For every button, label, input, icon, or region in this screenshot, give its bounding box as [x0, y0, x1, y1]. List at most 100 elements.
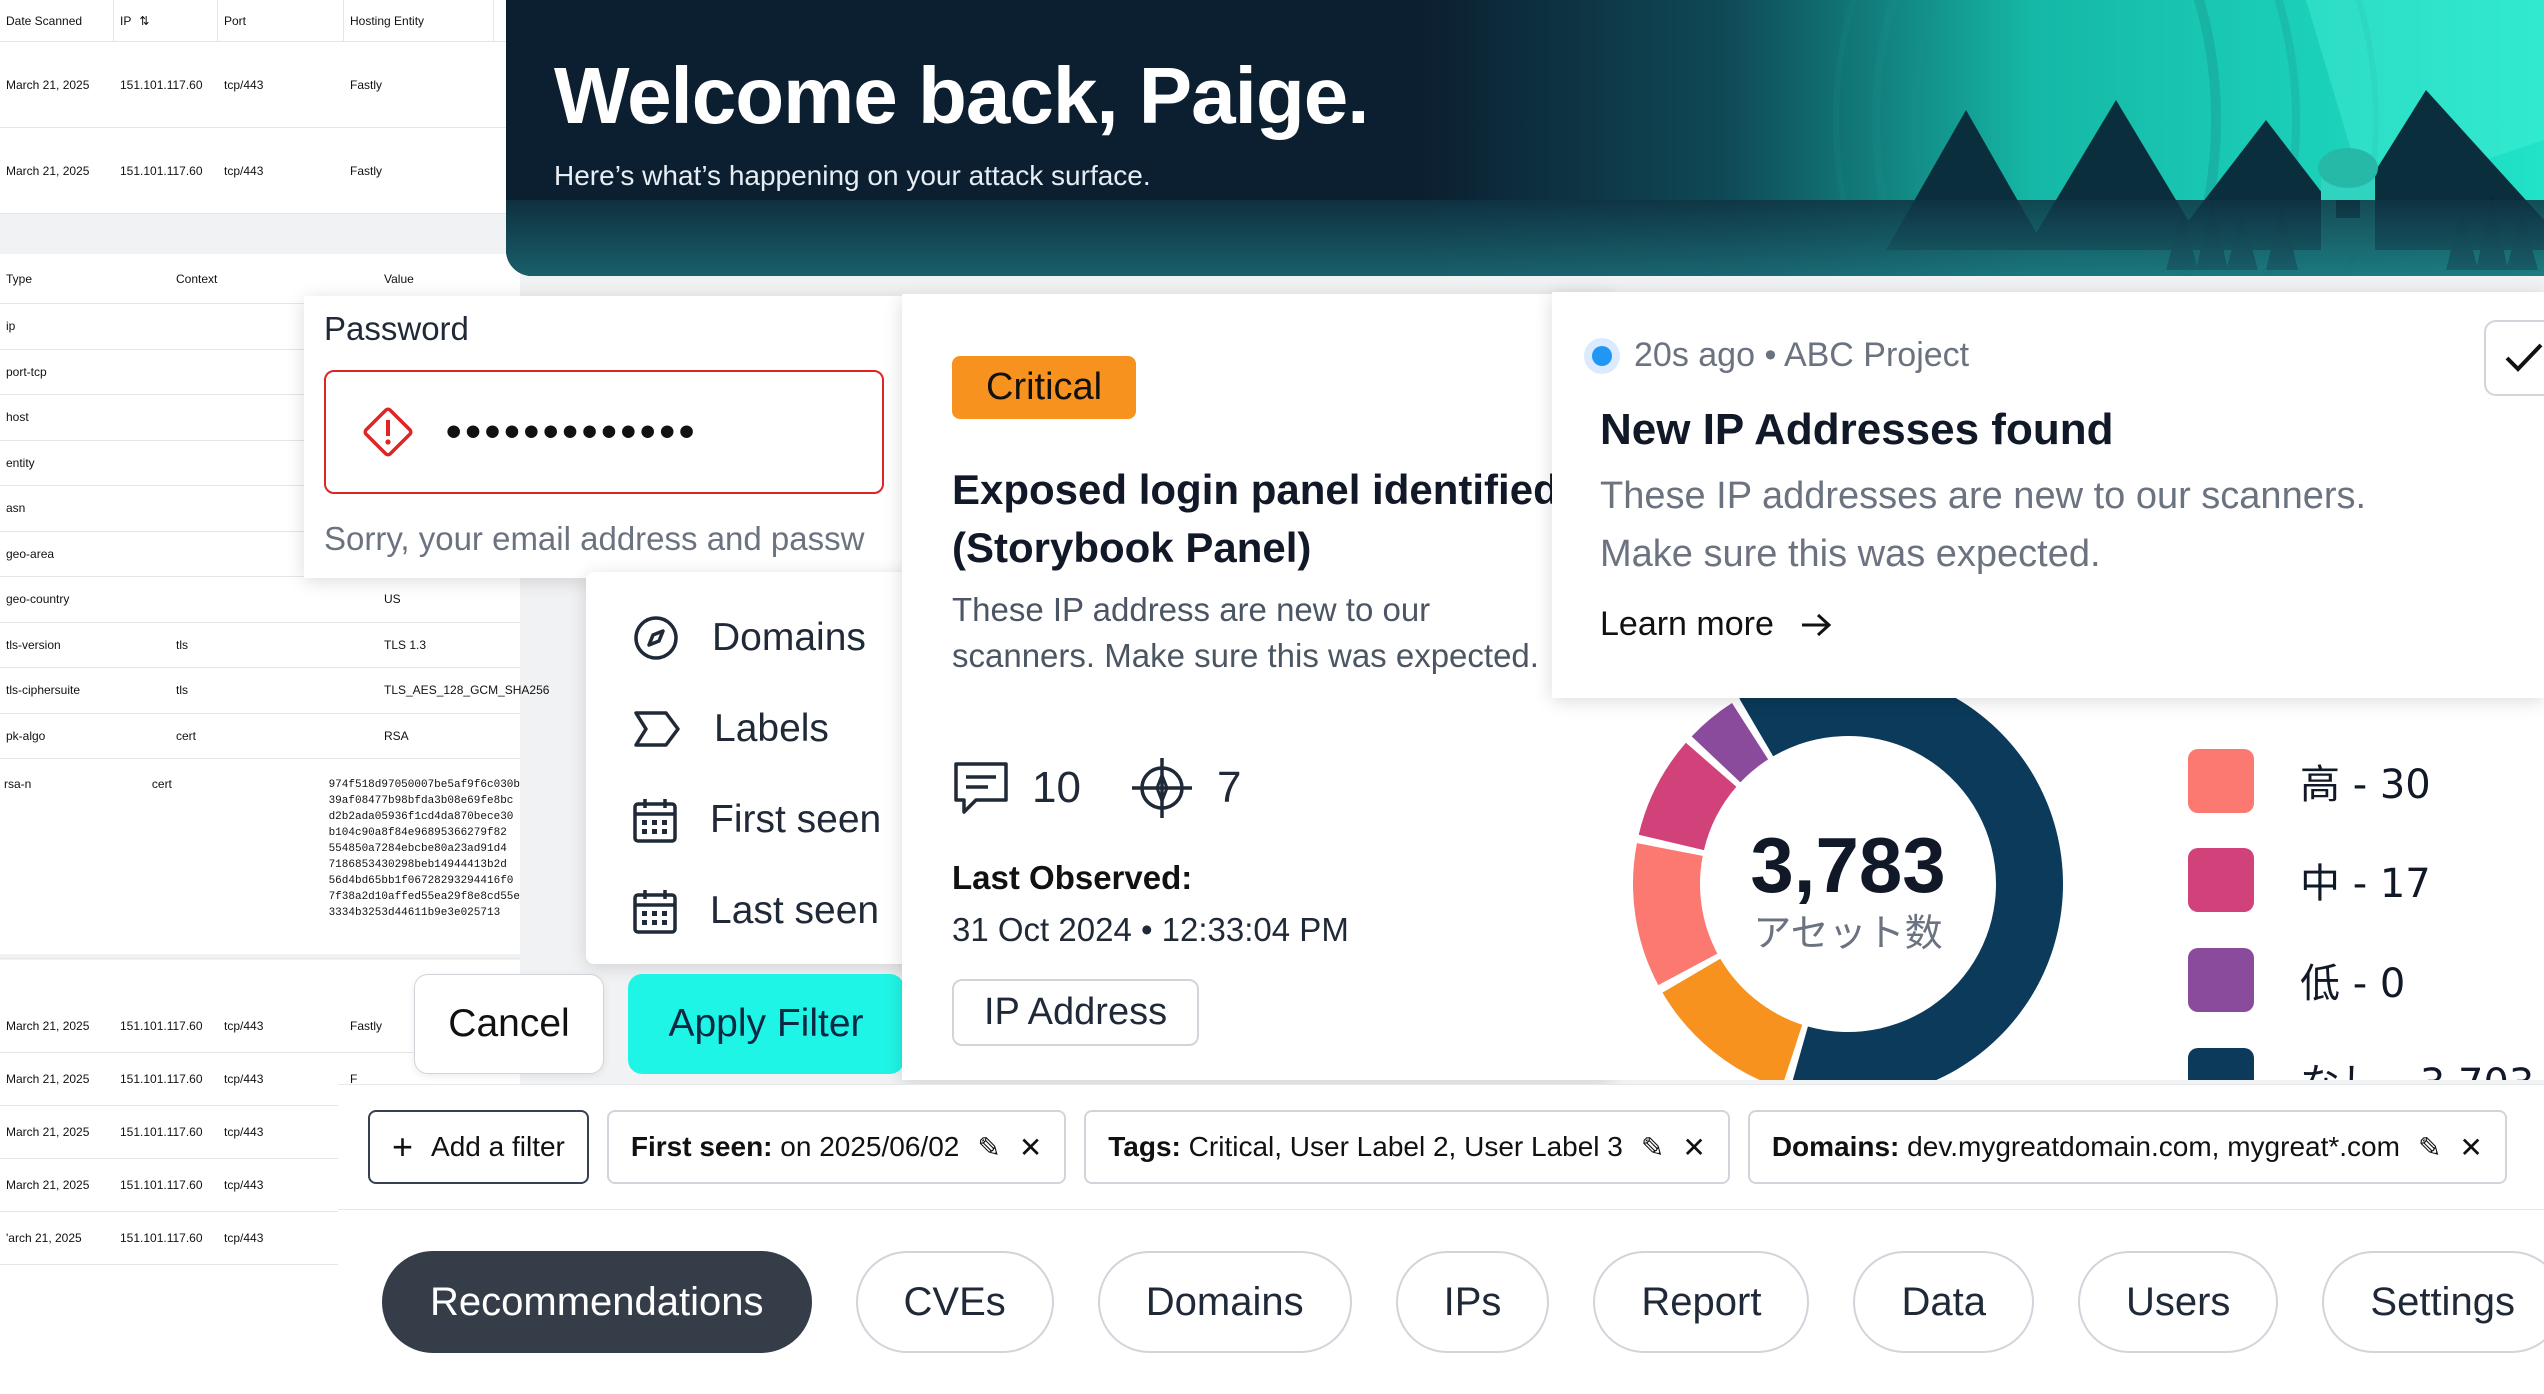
welcome-subtitle: Here’s what’s happening on your attack s…: [554, 160, 1151, 191]
cell-context: tls: [176, 683, 188, 698]
calendar-icon: [633, 798, 677, 843]
cell-ip: 151.101.117.60: [120, 1231, 203, 1245]
cell-context: cert: [176, 728, 197, 743]
cell-type: pk-algo: [6, 728, 46, 743]
cell-date: March 21, 2025: [6, 1178, 90, 1192]
filter-key: First seen:: [630, 1131, 773, 1162]
cell-ip: 151.101.117.60: [120, 163, 203, 178]
cell-ip: 151.101.117.60: [120, 1072, 203, 1086]
add-filter-label: Add a filter: [431, 1131, 565, 1162]
remove-filter-icon[interactable]: ✕: [1019, 1131, 1042, 1164]
rsa-line: 3334b3253d44611b9e3e025713: [328, 907, 501, 919]
cell-hosting: Fastly: [350, 163, 383, 178]
column-header-ip[interactable]: IP ⇅: [114, 0, 218, 41]
menu-item-label: Labels: [714, 706, 829, 750]
cell-context: tls: [176, 637, 188, 652]
tab-domains[interactable]: Domains: [1097, 1251, 1352, 1353]
crosshair-icon[interactable]: [1129, 755, 1195, 821]
donut-caption: アセット数: [1753, 911, 1942, 955]
learn-more-link[interactable]: Learn more: [1600, 605, 2544, 644]
password-form: Password ••••••••••••• Sorry, your email…: [304, 296, 904, 578]
calendar-icon: [633, 889, 677, 934]
edit-pencil-icon[interactable]: ✎: [1641, 1131, 1664, 1164]
menu-item-last-seen[interactable]: Last seen: [586, 865, 930, 956]
cell-port: tcp/443: [224, 1072, 264, 1086]
password-input[interactable]: •••••••••••••: [324, 370, 884, 494]
table-row[interactable]: March 21, 2025 151.101.117.60 tcp/443 Fa…: [0, 128, 520, 214]
finding-card[interactable]: Critical Exposed login panel identified …: [902, 294, 1612, 1080]
tab-cves[interactable]: CVEs: [855, 1251, 1054, 1353]
sort-icon[interactable]: ⇅: [131, 0, 149, 41]
notification-time: 20s ago: [1634, 336, 1755, 374]
menu-item-label: First seen: [710, 797, 882, 841]
apply-filter-button[interactable]: Apply Filter: [628, 974, 904, 1074]
edit-pencil-icon[interactable]: ✎: [2418, 1131, 2441, 1164]
filter-chip-tags[interactable]: Tags: Critical, User Label 2, User Label…: [1084, 1110, 1730, 1184]
table-row: tls-version tls TLS 1.3: [0, 623, 520, 668]
rsa-line: 7f38a2d10affed55ea29f8e8cd55e: [328, 891, 520, 903]
column-header-port[interactable]: Port: [218, 0, 344, 41]
tab-users[interactable]: Users: [2077, 1251, 2279, 1353]
cell-ip: 151.101.117.60: [120, 1019, 203, 1033]
donut-slice-high[interactable]: [1633, 843, 1718, 986]
remove-filter-icon[interactable]: ✕: [1682, 1131, 1705, 1164]
legend-label-medium: 中 - 17: [2300, 861, 2431, 907]
ip-address-chip[interactable]: IP Address: [952, 979, 1200, 1046]
check-icon: [2505, 343, 2543, 372]
scan-results-table-top: Date Scanned IP ⇅ Port Hosting Entity Mar…: [0, 0, 520, 214]
cancel-button[interactable]: Cancel: [414, 974, 604, 1074]
filter-value: Critical, User Label 2, User Label 3: [1188, 1131, 1623, 1162]
cell-port: tcp/443: [224, 1178, 264, 1192]
unread-dot-icon: [1592, 345, 1612, 366]
rsa-line: d2b2ada05936f1cd4da870bece30: [328, 811, 514, 823]
cell-port: tcp/443: [224, 77, 264, 92]
cell-port: tcp/443: [224, 1019, 264, 1033]
menu-item-labels[interactable]: Labels: [586, 683, 930, 774]
remove-filter-icon[interactable]: ✕: [2459, 1131, 2482, 1164]
cell-value: US: [384, 592, 401, 607]
add-filter-button[interactable]: + Add a filter: [368, 1110, 589, 1184]
donut-slice-critical[interactable]: [1662, 958, 1803, 1080]
tab-data[interactable]: Data: [1853, 1251, 2034, 1353]
finding-description-line: These IP address are new to our: [952, 591, 1431, 628]
cell-type: ip: [6, 319, 16, 334]
error-icon: [363, 407, 413, 457]
rsa-line: 554850a7284ebcbe80a23ad91d4: [328, 843, 507, 855]
filter-type-menu: Domains Labels First seen Last seen: [586, 572, 930, 964]
notification-body: These IP addresses are new to our scanne…: [1600, 467, 2544, 583]
last-observed-value: 31 Oct 2024 • 12:33:04 PM: [952, 911, 1349, 948]
rsa-line: b104c90a8f84e96895366279f82: [328, 827, 507, 839]
cell-date: March 21, 2025: [6, 1072, 90, 1086]
rsa-line: 7186853430298beb14944413b2d: [328, 859, 507, 871]
legend-swatch-low: [2188, 948, 2254, 1012]
tab-settings[interactable]: Settings: [2322, 1251, 2544, 1353]
filter-chip-domains[interactable]: Domains: dev.mygreatdomain.com, mygreat*…: [1747, 1110, 2507, 1184]
cell-date: March 21, 2025: [6, 1125, 90, 1139]
cell-type: port-tcp: [6, 364, 47, 379]
mark-read-button[interactable]: [2484, 320, 2544, 396]
severity-badge: Critical: [952, 356, 1137, 419]
active-filters-bar: + Add a filter First seen: on 2025/06/02…: [338, 1084, 2544, 1210]
rsa-line: 974f518d97050007be5af9f6c030b: [328, 779, 520, 791]
menu-item-first-seen[interactable]: First seen: [586, 774, 930, 865]
table-row[interactable]: March 21, 2025 151.101.117.60 tcp/443 Fa…: [0, 42, 520, 128]
edit-pencil-icon[interactable]: ✎: [977, 1131, 1000, 1164]
meta-separator: •: [1764, 336, 1777, 374]
menu-item-domains[interactable]: Domains: [586, 592, 930, 683]
cell-port: tcp/443: [224, 1231, 264, 1245]
filter-chip-first-seen[interactable]: First seen: on 2025/06/02 ✎ ✕: [606, 1110, 1067, 1184]
learn-more-label: Learn more: [1600, 605, 1774, 643]
column-header-date[interactable]: Date Scanned: [0, 0, 114, 41]
legend-swatch-high: [2188, 749, 2254, 813]
tab-recommendations[interactable]: Recommendations: [382, 1251, 812, 1353]
table-row: geo-country US: [0, 577, 520, 623]
column-header-hosting[interactable]: Hosting Entity: [344, 0, 494, 41]
legend-label-none: なし - 3,703: [2300, 1061, 2534, 1080]
arrow-right-icon: [1801, 613, 1832, 636]
comment-icon[interactable]: [952, 760, 1010, 816]
tab-ips[interactable]: IPs: [1395, 1251, 1550, 1353]
cell-ip: 151.101.117.60: [120, 1125, 203, 1139]
notification-card[interactable]: 20s ago • ABC Project New IP Addresses f…: [1552, 292, 2544, 698]
tab-report[interactable]: Report: [1593, 1251, 1810, 1353]
legend-swatch-none: [2188, 1048, 2254, 1080]
